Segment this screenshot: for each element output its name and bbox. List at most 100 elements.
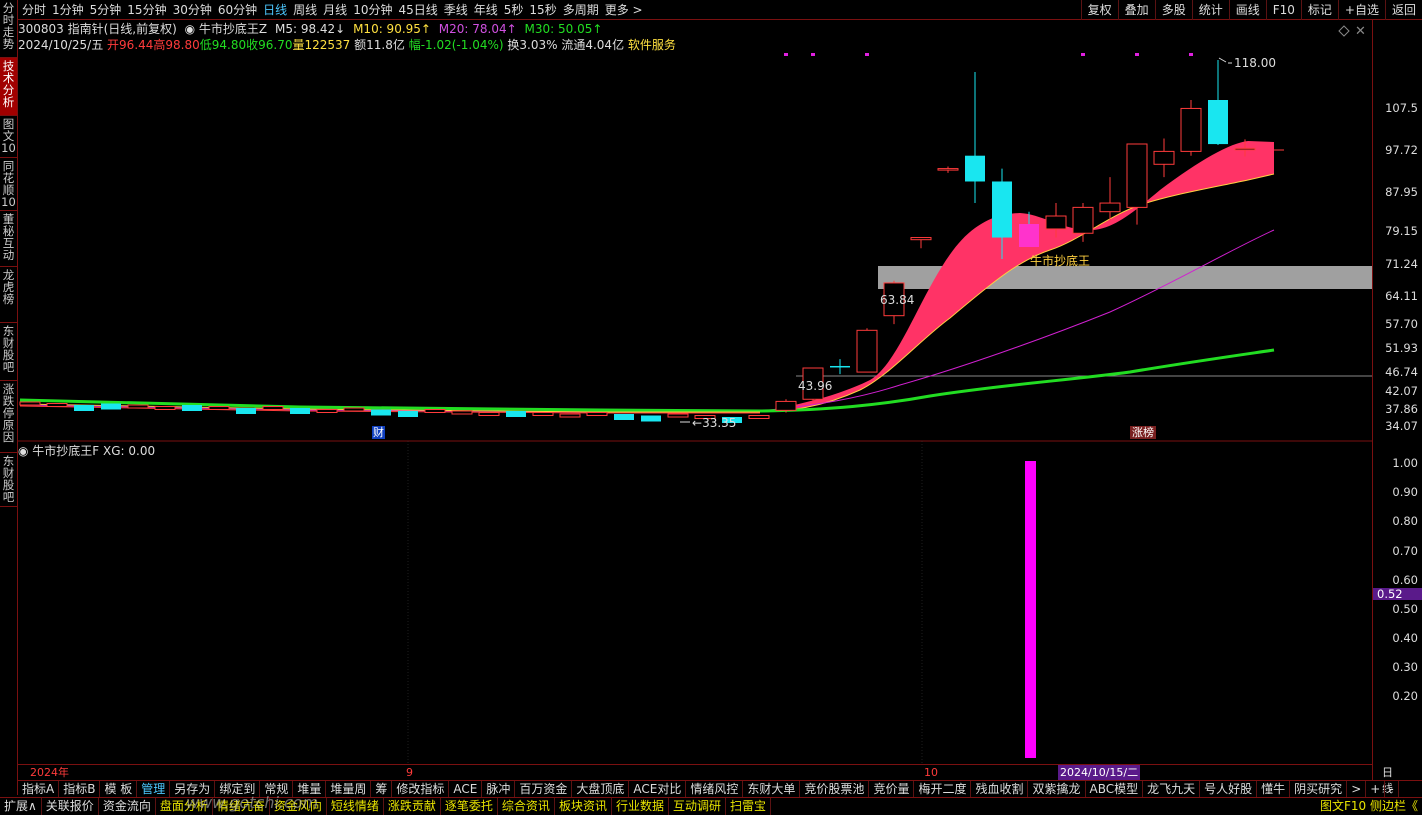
period-tab-7[interactable]: 周线: [293, 0, 317, 20]
sidebar-item-1[interactable]: 技术分析: [0, 58, 17, 116]
sidebar-item-7[interactable]: 涨跌停原因: [0, 381, 17, 453]
quote-sector[interactable]: 软件服务: [628, 38, 676, 52]
toolbar-button-6[interactable]: 标记: [1300, 0, 1338, 20]
indicator-tab-2[interactable]: 模 板: [100, 781, 138, 797]
sidebar-item-5[interactable]: 龙虎榜: [0, 267, 17, 323]
bottom-item-10[interactable]: 板块资讯: [555, 798, 612, 815]
diamond-icon[interactable]: [1338, 25, 1350, 37]
sidebar-item-3[interactable]: 同花顺10: [0, 158, 17, 211]
period-tab-1[interactable]: 1分钟: [52, 0, 84, 20]
candle-body[interactable]: [937, 168, 959, 171]
candle-body[interactable]: [775, 400, 797, 411]
bottom-item-1[interactable]: 关联报价: [42, 798, 99, 815]
period-tab-15[interactable]: 多周期: [563, 0, 599, 20]
bottom-item-12[interactable]: 互动调研: [669, 798, 726, 815]
period-tab-2[interactable]: 5分钟: [90, 0, 122, 20]
indicator-tab-26[interactable]: 懂牛: [1257, 781, 1291, 797]
period-tab-0[interactable]: 分时: [22, 0, 46, 20]
bottom-item-2[interactable]: 资金流向: [99, 798, 156, 815]
candle-body[interactable]: [1234, 147, 1256, 151]
finance-marker[interactable]: 财: [372, 426, 385, 439]
indicator-name[interactable]: ◉ 牛市抄底王Z: [185, 22, 268, 36]
bottom-item-8[interactable]: 逐笔委托: [441, 798, 498, 815]
indicator-tab-3[interactable]: 管理: [137, 781, 171, 797]
indicator-tab-19[interactable]: 竞价量: [869, 781, 915, 797]
period-tab-16[interactable]: 更多 >: [605, 0, 643, 20]
sidebar-item-0[interactable]: 分时走势: [0, 0, 17, 58]
sidebar-item-2[interactable]: 图文10: [0, 116, 17, 158]
toolbar-button-8[interactable]: 返回: [1384, 0, 1422, 20]
bottom-item-9[interactable]: 综合资讯: [498, 798, 555, 815]
bottom-item-11[interactable]: 行业数据: [612, 798, 669, 815]
indicator-tab-22[interactable]: 双紫擒龙: [1028, 781, 1086, 797]
limit-up-marker[interactable]: 涨榜: [1130, 426, 1156, 439]
candle-body[interactable]: [1099, 202, 1121, 213]
bottom-item-7[interactable]: 涨跌贡献: [384, 798, 441, 815]
toolbar-button-1[interactable]: 叠加: [1117, 0, 1155, 20]
candle-body[interactable]: [1126, 143, 1148, 208]
period-tab-4[interactable]: 30分钟: [173, 0, 212, 20]
indicator-tab-27[interactable]: 阴买研究: [1290, 781, 1348, 797]
candle-body[interactable]: [1180, 107, 1202, 152]
period-tab-3[interactable]: 15分钟: [127, 0, 166, 20]
candle-body[interactable]: [1045, 215, 1067, 230]
indicator-tab-17[interactable]: 东财大单: [743, 781, 801, 797]
indicator-tab-10[interactable]: 修改指标: [392, 781, 450, 797]
indicator-tab-23[interactable]: ABC模型: [1086, 781, 1144, 797]
candle-body[interactable]: [1208, 100, 1228, 145]
indicator-tab-1[interactable]: 指标B: [59, 781, 101, 797]
indicator-tab-25[interactable]: 号人好股: [1200, 781, 1258, 797]
candle-body[interactable]: [1153, 150, 1175, 165]
indicator-tab-16[interactable]: 情绪风控: [686, 781, 744, 797]
indicator-tab-13[interactable]: 百万资金: [515, 781, 573, 797]
bottom-item-0[interactable]: 扩展∧: [0, 798, 42, 815]
toolbar-button-3[interactable]: 统计: [1191, 0, 1229, 20]
toolbar-button-7[interactable]: +自选: [1337, 0, 1385, 20]
indicator-tab-24[interactable]: 龙飞九天: [1143, 781, 1201, 797]
candle-body[interactable]: [856, 329, 878, 373]
period-tab-6[interactable]: 日线: [263, 0, 287, 20]
indicator-tab-28[interactable]: >: [1347, 781, 1367, 797]
period-tab-12[interactable]: 年线: [474, 0, 498, 20]
candle-body[interactable]: [992, 181, 1012, 238]
period-tab-9[interactable]: 10分钟: [353, 0, 392, 20]
indicator-tab-30[interactable]: -: [1385, 781, 1399, 797]
indicator-tab-29[interactable]: +: [1366, 781, 1386, 797]
indicator-tab-15[interactable]: ACE对比: [629, 781, 687, 797]
toolbar-button-0[interactable]: 复权: [1080, 0, 1118, 20]
sidebar-item-8[interactable]: 东财股吧: [0, 453, 17, 507]
indicator-tab-20[interactable]: 梅开二度: [914, 781, 972, 797]
indicator-tab-18[interactable]: 竞价股票池: [800, 781, 870, 797]
bottom-item-6[interactable]: 短线情绪: [327, 798, 384, 815]
candle-body[interactable]: [830, 365, 850, 368]
close-icon[interactable]: ✕: [1355, 24, 1366, 39]
candle-body[interactable]: [1072, 206, 1094, 234]
period-tab-8[interactable]: 月线: [323, 0, 347, 20]
toolbar-button-4[interactable]: 画线: [1228, 0, 1266, 20]
period-tab-10[interactable]: 45日线: [398, 0, 437, 20]
indicator-tab-11[interactable]: ACE: [449, 781, 483, 797]
candle-body[interactable]: [910, 237, 932, 241]
candle-body[interactable]: [965, 155, 985, 182]
indicator-tab-0[interactable]: 指标A: [18, 781, 60, 797]
period-tab-14[interactable]: 15秒: [529, 0, 556, 20]
candle-body[interactable]: [1019, 228, 1039, 238]
indicator-tab-9[interactable]: 筹: [371, 781, 393, 797]
period-tab-5[interactable]: 60分钟: [218, 0, 257, 20]
period-tab-11[interactable]: 季线: [444, 0, 468, 20]
toolbar-button-5[interactable]: F10: [1265, 0, 1301, 20]
sidebar-item-6[interactable]: 东财股吧: [0, 323, 17, 381]
kline-chart[interactable]: [0, 0, 1422, 815]
period-tab-13[interactable]: 5秒: [504, 0, 524, 20]
bottom-item-13[interactable]: 扫雷宝: [726, 798, 771, 815]
candle-body: [316, 409, 338, 413]
toolbar-button-2[interactable]: 多股: [1154, 0, 1192, 20]
indicator-tab-12[interactable]: 脉冲: [482, 781, 516, 797]
time-axis: 2024年 9 10 2024/10/15/二 日线: [18, 764, 1393, 795]
bottom-right-links[interactable]: 图文F10 侧边栏《: [1320, 798, 1418, 815]
indicator-tab-14[interactable]: 大盘顶底: [572, 781, 630, 797]
sub-indicator-header[interactable]: ◉ 牛市抄底王F XG: 0.00: [18, 443, 155, 459]
indicator-tab-8[interactable]: 堆量周: [326, 781, 372, 797]
sidebar-item-4[interactable]: 董秘互动: [0, 211, 17, 267]
indicator-tab-21[interactable]: 残血收割: [971, 781, 1029, 797]
